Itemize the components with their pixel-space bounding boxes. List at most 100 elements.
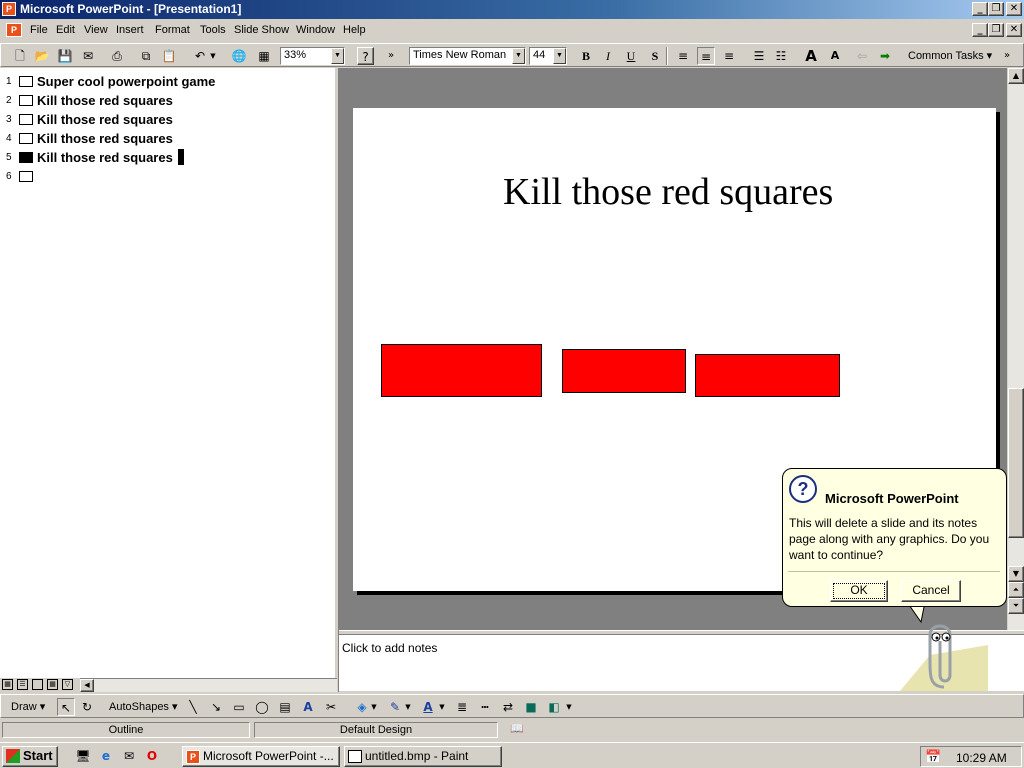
menu-view[interactable]: View <box>84 24 108 36</box>
outline-view-icon[interactable]: ☰ <box>17 679 28 690</box>
align-center-icon[interactable]: ≡ <box>697 47 715 65</box>
font-color-icon[interactable]: A <box>419 698 437 716</box>
scheduler-tray-icon[interactable]: 📅 <box>925 749 941 765</box>
chevron-down-icon[interactable]: ▼ <box>331 48 344 64</box>
outlook-icon[interactable]: ✉ <box>120 747 138 765</box>
doc-restore-button[interactable]: ❐ <box>988 23 1004 37</box>
chevron-down-icon[interactable]: ▼ <box>369 698 379 716</box>
text-box-icon[interactable]: ▤ <box>276 698 294 716</box>
outline-pane[interactable]: 1 Super cool powerpoint game 2 Kill thos… <box>0 68 334 678</box>
align-right-icon[interactable]: ≡ <box>720 47 738 65</box>
chevron-down-icon[interactable]: ▼ <box>512 48 525 64</box>
slide-title[interactable]: Kill those red squares <box>503 170 833 214</box>
slide-view-icon[interactable] <box>32 679 43 690</box>
font-select[interactable]: Times New Roman ▼ <box>409 47 526 65</box>
close-button[interactable]: ✕ <box>1006 2 1022 16</box>
desktop-icon[interactable]: 🖥 <box>74 747 92 765</box>
demote-icon[interactable]: ➡ <box>876 47 894 65</box>
slide-show-icon[interactable]: ▽ <box>62 679 73 690</box>
promote-icon[interactable]: ⇦ <box>853 47 871 65</box>
vertical-scrollbar[interactable]: ▲ ▼ ⏶ ⏷ <box>1008 68 1024 630</box>
menu-insert[interactable]: Insert <box>116 24 144 36</box>
internet-explorer-icon[interactable]: e <box>97 747 115 765</box>
dash-style-icon[interactable]: ┅ <box>476 698 494 716</box>
print-icon[interactable]: ⎙ <box>108 47 126 65</box>
next-slide-icon[interactable]: ⏷ <box>1008 598 1024 614</box>
notes-placeholder[interactable]: Click to add notes <box>342 641 437 655</box>
more-buttons-icon[interactable]: » <box>1002 47 1012 65</box>
undo-dropdown-icon[interactable]: ▼ <box>208 47 218 65</box>
slide-icon[interactable] <box>19 152 33 163</box>
help-icon[interactable]: ? <box>357 47 374 65</box>
open-icon[interactable]: 📂 <box>33 47 51 65</box>
slide-title-text[interactable]: Kill those red squares <box>37 131 173 146</box>
menu-help[interactable]: Help <box>343 24 366 36</box>
italic-button[interactable]: I <box>599 47 617 65</box>
rectangle-tool-icon[interactable]: ▭ <box>230 698 248 716</box>
common-tasks-button[interactable]: Common Tasks ▾ <box>908 49 992 62</box>
oval-tool-icon[interactable]: ◯ <box>253 698 271 716</box>
save-icon[interactable]: 💾 <box>56 47 74 65</box>
hyperlink-icon[interactable]: 🌐 <box>230 47 248 65</box>
shadow-icon[interactable]: ■ <box>522 698 540 716</box>
doc-minimize-button[interactable]: _ <box>972 23 988 37</box>
free-rotate-icon[interactable]: ↻ <box>78 698 96 716</box>
bullets-icon[interactable]: ☷ <box>772 47 790 65</box>
red-square-3[interactable] <box>695 354 840 397</box>
select-objects-icon[interactable]: ↖ <box>57 698 75 716</box>
restore-button[interactable]: ❐ <box>988 2 1004 16</box>
new-icon[interactable]: 🗋 <box>11 47 29 65</box>
scroll-left-icon[interactable]: ◀ <box>80 679 94 692</box>
document-icon[interactable]: P <box>6 23 22 37</box>
numbering-icon[interactable]: ☰ <box>750 47 768 65</box>
autoshapes-menu-button[interactable]: AutoShapes ▾ <box>109 700 178 713</box>
menu-tools[interactable]: Tools <box>200 24 226 36</box>
normal-view-icon[interactable]: ▦ <box>2 679 13 690</box>
wordart-icon[interactable]: A <box>299 698 317 716</box>
email-icon[interactable]: ✉ <box>79 47 97 65</box>
paste-icon[interactable]: 📋 <box>160 47 178 65</box>
start-button[interactable]: Start <box>2 746 58 767</box>
menu-file[interactable]: File <box>30 24 48 36</box>
opera-icon[interactable]: O <box>143 747 161 765</box>
slide-title-text[interactable]: Super cool powerpoint game <box>37 74 215 89</box>
arrow-tool-icon[interactable]: ↘ <box>207 698 225 716</box>
cancel-button[interactable]: Cancel <box>901 580 961 602</box>
clip-art-icon[interactable]: ✂ <box>322 698 340 716</box>
red-square-2[interactable] <box>562 349 686 393</box>
slide-title-text[interactable]: Kill those red squares <box>37 93 173 108</box>
slide-icon[interactable] <box>19 114 33 125</box>
doc-close-button[interactable]: ✕ <box>1006 23 1022 37</box>
menu-format[interactable]: Format <box>155 24 190 36</box>
decrease-font-icon[interactable]: A <box>826 47 844 65</box>
slide-icon[interactable] <box>19 133 33 144</box>
chevron-down-icon[interactable]: ▼ <box>437 698 447 716</box>
menu-window[interactable]: Window <box>296 24 335 36</box>
title-bar[interactable]: P Microsoft PowerPoint - [Presentation1]… <box>0 0 1024 19</box>
horizontal-scrollbar[interactable]: ◀ <box>80 678 337 692</box>
shadow-button[interactable]: S <box>646 47 664 65</box>
minimize-button[interactable]: _ <box>972 2 988 16</box>
powerpoint-app-icon[interactable]: P <box>2 2 16 16</box>
menu-slide-show[interactable]: Slide Show <box>234 24 289 36</box>
increase-font-icon[interactable]: A <box>802 47 820 65</box>
draw-menu-button[interactable]: Draw ▾ <box>11 700 45 713</box>
line-color-icon[interactable]: ✎ <box>386 698 404 716</box>
scroll-down-icon[interactable]: ▼ <box>1008 566 1024 582</box>
previous-slide-icon[interactable]: ⏶ <box>1008 582 1024 598</box>
3d-icon[interactable]: ◧ <box>545 698 563 716</box>
menu-edit[interactable]: Edit <box>56 24 75 36</box>
undo-icon[interactable]: ↶ <box>191 47 209 65</box>
font-size-select[interactable]: 44 ▼ <box>529 47 567 65</box>
chevron-down-icon[interactable]: ▼ <box>403 698 413 716</box>
line-tool-icon[interactable]: ╲ <box>184 698 202 716</box>
slide-icon[interactable] <box>19 76 33 87</box>
arrow-style-icon[interactable]: ⇄ <box>499 698 517 716</box>
more-buttons-icon[interactable]: » <box>386 47 396 65</box>
chevron-down-icon[interactable]: ▼ <box>553 48 566 64</box>
ok-button[interactable]: OK <box>830 580 888 602</box>
red-square-1[interactable] <box>381 344 542 397</box>
bold-button[interactable]: B <box>577 47 595 65</box>
chevron-down-icon[interactable]: ▼ <box>564 698 574 716</box>
tables-icon[interactable]: ▦ <box>255 47 273 65</box>
